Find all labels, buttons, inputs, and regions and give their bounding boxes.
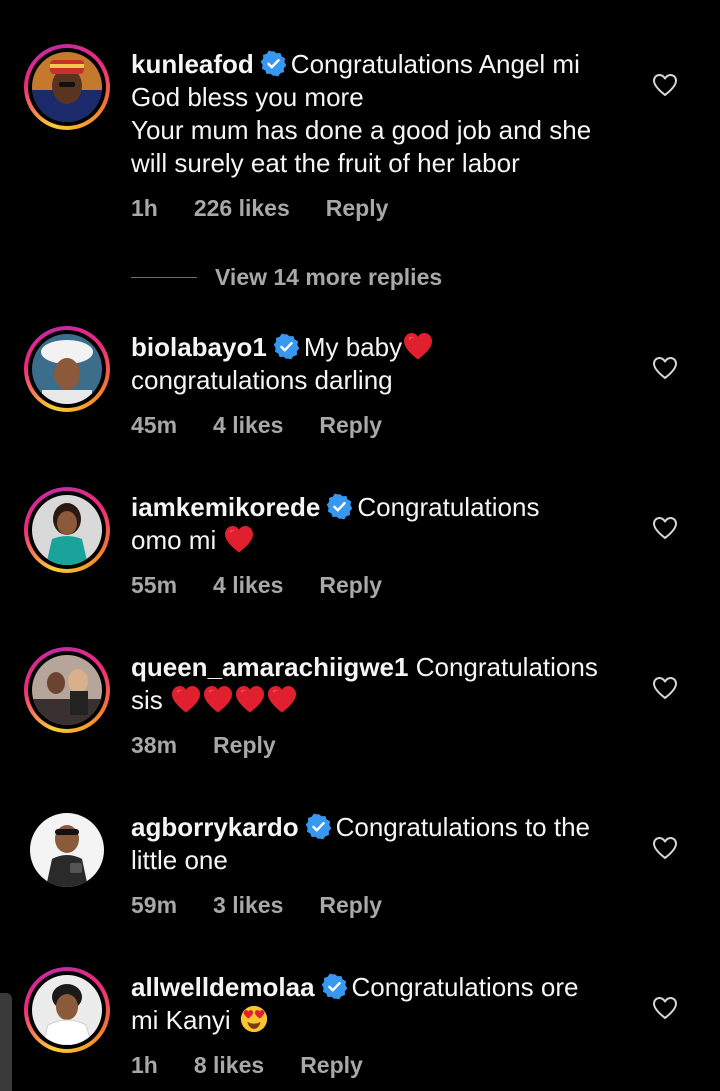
reply-button[interactable]: Reply [300, 1052, 363, 1078]
avatar [32, 975, 102, 1045]
username[interactable]: allwelldemolaa [131, 972, 315, 1002]
comment-meta: 1h 226 likes Reply [131, 195, 424, 222]
likes-count[interactable]: 4 likes [213, 412, 283, 438]
comment-meta: 59m 3 likes Reply [131, 892, 418, 919]
heart-eyes-emoji [240, 1005, 268, 1033]
avatar [30, 813, 104, 887]
comment-line: mi Kanyi [131, 1005, 231, 1035]
comment-text: queen_amarachiigwe1 Congratulations sis [131, 651, 641, 717]
username[interactable]: queen_amarachiigwe1 [131, 652, 408, 682]
heart-outline-icon[interactable] [652, 676, 678, 700]
comment-text: agborrykardo Congratulations to the littl… [131, 811, 641, 877]
likes-count[interactable]: 3 likes [213, 892, 283, 918]
comment-line: Congratulations ore [351, 972, 579, 1002]
comment-line: sis [131, 685, 163, 715]
timestamp: 55m [131, 572, 178, 598]
avatar [32, 334, 102, 404]
username[interactable]: iamkemikorede [131, 492, 320, 522]
comment-line: My baby [303, 332, 403, 362]
username[interactable]: agborrykardo [131, 812, 299, 842]
avatar-story-ring[interactable] [24, 487, 110, 573]
comment-line: congratulations darling [131, 365, 393, 395]
comment-line: Congratulations [415, 652, 598, 682]
heart-outline-icon[interactable] [652, 996, 678, 1020]
verified-badge-icon [321, 973, 348, 1000]
username[interactable]: kunleafod [131, 49, 254, 79]
avatar-ring[interactable] [24, 807, 110, 893]
avatar-story-ring[interactable] [24, 967, 110, 1053]
scrollbar-thumb[interactable] [0, 993, 12, 1091]
verified-badge-icon [260, 50, 287, 77]
likes-count[interactable]: 226 likes [194, 195, 290, 221]
divider [131, 276, 197, 278]
verified-badge-icon [305, 813, 332, 840]
comment-line: Your mum has done a good job and she [131, 115, 592, 145]
heart-outline-icon[interactable] [652, 356, 678, 380]
reply-button[interactable]: Reply [319, 412, 382, 438]
avatar [32, 495, 102, 565]
username[interactable]: biolabayo1 [131, 332, 267, 362]
comment-line: Congratulations [357, 492, 540, 522]
comments-screen: kunleafod Congratulations Angel mi God bl… [0, 0, 720, 1091]
red-heart-emoji [223, 524, 255, 554]
comment-meta: 38m Reply [131, 732, 312, 759]
timestamp: 45m [131, 412, 178, 438]
timestamp: 1h [131, 195, 158, 221]
likes-count[interactable]: 4 likes [213, 572, 283, 598]
red-heart-emoji [266, 684, 298, 714]
comment-line: omo mi [131, 525, 217, 555]
heart-outline-icon[interactable] [652, 73, 678, 97]
red-heart-emoji [402, 331, 434, 361]
avatar-story-ring[interactable] [24, 647, 110, 733]
heart-outline-icon[interactable] [652, 516, 678, 540]
comment-text: iamkemikorede Congratulations omo mi [131, 491, 641, 557]
avatar-story-ring[interactable] [24, 326, 110, 412]
reply-button[interactable]: Reply [319, 572, 382, 598]
likes-count[interactable]: 8 likes [194, 1052, 264, 1078]
timestamp: 1h [131, 1052, 158, 1078]
comment-meta: 45m 4 likes Reply [131, 412, 418, 439]
comment-line: Congratulations Angel mi [290, 49, 580, 79]
comment-text: allwelldemolaa Congratulations ore mi Kan… [131, 971, 641, 1037]
heart-outline-icon[interactable] [652, 836, 678, 860]
view-replies-button[interactable]: View 14 more replies [131, 262, 442, 292]
red-heart-emoji [170, 684, 202, 714]
comment-line: Congratulations to the [335, 812, 590, 842]
avatar [32, 655, 102, 725]
timestamp: 38m [131, 732, 178, 758]
comment-line: God bless you more [131, 82, 364, 112]
red-heart-emoji [202, 684, 234, 714]
comment-line: little one [131, 845, 228, 875]
comment-text: biolabayo1 My baby congratulations darlin… [131, 331, 641, 397]
view-replies-label: View 14 more replies [215, 263, 443, 290]
reply-button[interactable]: Reply [213, 732, 276, 758]
reply-button[interactable]: Reply [326, 195, 389, 221]
reply-button[interactable]: Reply [319, 892, 382, 918]
comment-text: kunleafod Congratulations Angel mi God bl… [131, 48, 641, 180]
comment-meta: 55m 4 likes Reply [131, 572, 418, 599]
red-heart-emoji [234, 684, 266, 714]
verified-badge-icon [326, 493, 353, 520]
timestamp: 59m [131, 892, 178, 918]
comment-meta: 1h 8 likes Reply [131, 1052, 399, 1079]
comment-line: will surely eat the fruit of her labor [131, 148, 520, 178]
verified-badge-icon [273, 333, 300, 360]
avatar-story-ring[interactable] [24, 44, 110, 130]
avatar [32, 52, 102, 122]
